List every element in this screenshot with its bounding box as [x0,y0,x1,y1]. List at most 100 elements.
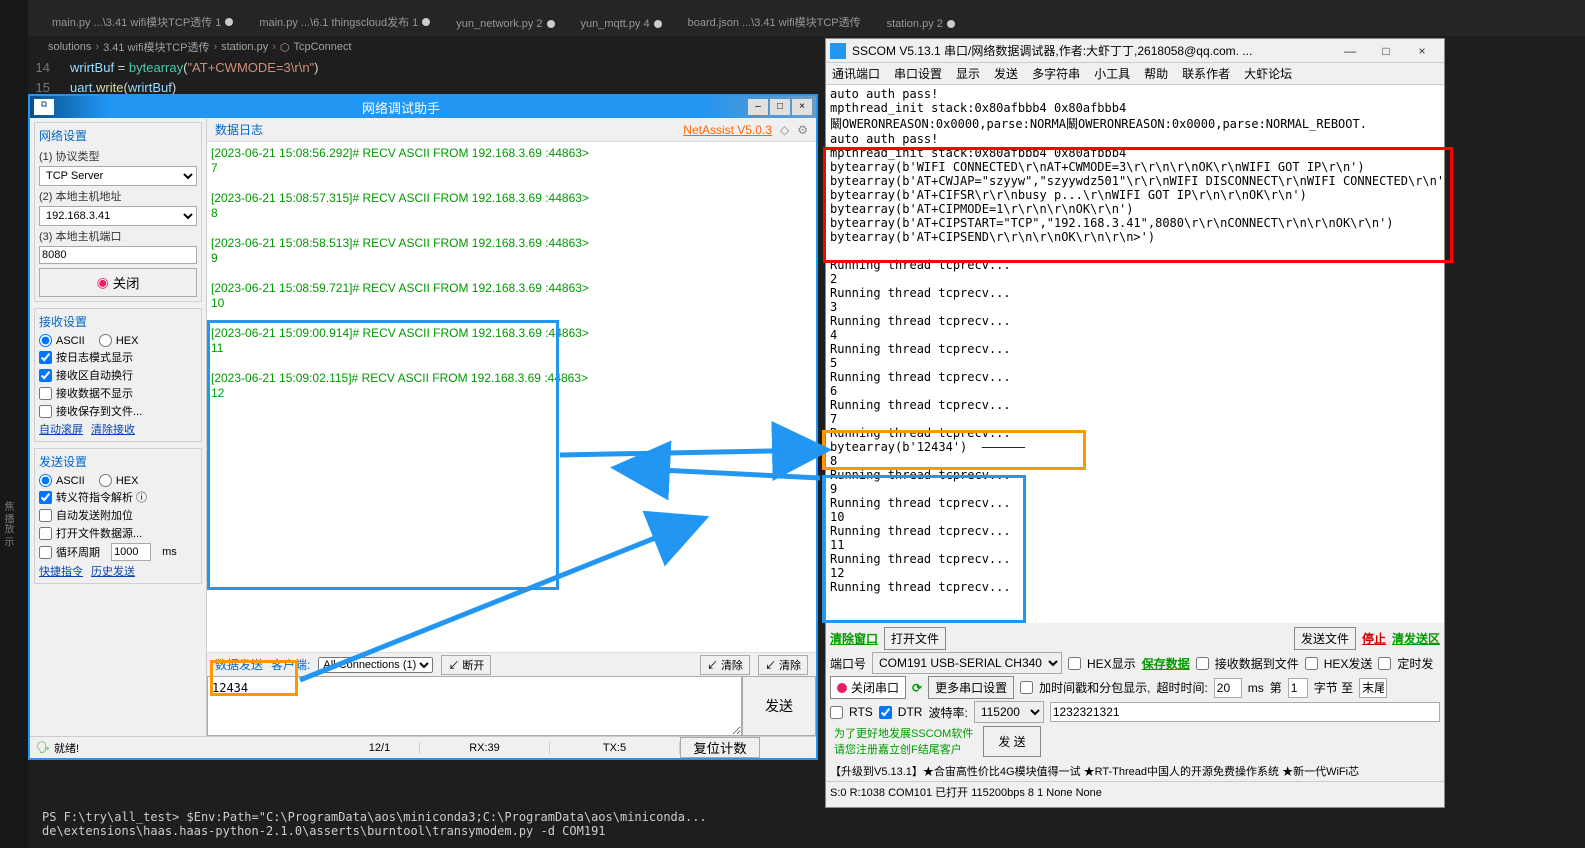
app-icon: ⧉ [34,99,54,115]
savetofile-check[interactable]: 接收保存到文件... [39,403,197,419]
menu-item[interactable]: 显示 [956,65,980,82]
escape-check[interactable]: 转义符指令解析 ⓘ [39,489,197,505]
crumb: 3.41 wifi模块TCP透传 [103,39,209,55]
hidedata-check[interactable]: 接收数据不显示 [39,385,197,401]
cycle-check[interactable]: 循环周期 ms [39,543,197,561]
reset-count-button[interactable]: 复位计数 [680,737,760,758]
banner: 【升级到V5.13.1】★合宙高性价比4G模块值得一试 ★RT-Thread中国… [826,761,1444,781]
autoappend-check[interactable]: 自动发送附加位 [39,507,197,523]
history-link[interactable]: 历史发送 [91,566,135,578]
tab-label: yun_network.py 2 [456,18,542,30]
clearsend-link[interactable]: 清发送区 [1392,630,1440,647]
send-button[interactable]: 发 送 [983,726,1040,757]
gear-icon[interactable]: ⚙ [797,123,808,137]
autowrap-check[interactable]: 接收区自动换行 [39,367,197,383]
bytenum-input[interactable] [1288,678,1308,698]
port-label: (3) 本地主机端口 [39,228,197,244]
group-title: 接收设置 [39,313,197,330]
baud-label: 波特率: [928,704,967,721]
tail-input[interactable] [1359,678,1387,698]
addtime-check[interactable] [1020,681,1033,694]
minimize-button[interactable]: — [1332,44,1368,58]
moreport-button[interactable]: 更多串口设置 [928,676,1014,699]
log-title: 数据日志 [215,121,263,138]
dtr-check[interactable] [879,706,892,719]
clearwin-link[interactable]: 清除窗口 [830,630,878,647]
clearrecv-link[interactable]: 清除接收 [91,424,135,436]
send-input[interactable] [1050,702,1440,722]
tab-station[interactable]: station.py 2 [875,12,967,36]
refresh-icon[interactable]: ⟳ [912,681,922,695]
menu-item[interactable]: 帮助 [1144,65,1168,82]
tab-main2[interactable]: main.py ...\6.1 thingscloud发布 1 [247,8,442,36]
ascii-radio[interactable]: ASCII HEX [39,334,197,347]
brand-link[interactable]: NetAssist V5.0.3 [683,123,772,137]
close-button[interactable]: × [792,99,812,115]
menu-item[interactable]: 发送 [994,65,1018,82]
editor-tabs: main.py ...\3.41 wifi模块TCP透传 1 main.py .… [0,0,1585,36]
menu-item[interactable]: 联系作者 [1182,65,1230,82]
tab-label: main.py ...\3.41 wifi模块TCP透传 1 [52,14,221,30]
log-area[interactable]: auto auth pass! mpthread_init stack:0x80… [826,85,1444,623]
quickcmd-link[interactable]: 快捷指令 [39,566,83,578]
titlebar[interactable]: ⧉ 网络调试助手 – □ × [30,96,816,118]
record-dot-icon [837,683,847,693]
rts-check[interactable] [830,706,843,719]
maximize-button[interactable]: □ [1368,44,1404,58]
menu-item[interactable]: 通讯端口 [832,65,880,82]
recvtofile-check[interactable] [1196,657,1209,670]
host-select[interactable]: 192.168.3.41 [39,206,197,226]
close-connection-button[interactable]: ◉关闭 [39,268,197,297]
cycle-input[interactable] [111,543,151,561]
record-dot-icon: ◉ [97,274,109,291]
stop-link[interactable]: 停止 [1362,630,1386,647]
log-area[interactable]: [2023-06-21 15:08:56.292]# RECV ASCII FR… [207,142,816,652]
menu-item[interactable]: 小工具 [1094,65,1130,82]
openfile-button[interactable]: 打开文件 [884,627,946,650]
tab-main1[interactable]: main.py ...\3.41 wifi模块TCP透传 1 [40,8,245,36]
crumb: solutions [48,41,91,53]
tab-yun-mqtt[interactable]: yun_mqtt.py 4 [569,12,674,36]
titlebar[interactable]: SSCOM V5.13.1 串口/网络数据调试器,作者:大虾丁丁,2618058… [826,39,1444,63]
savedata-link[interactable]: 保存数据 [1142,655,1190,672]
diamond-icon[interactable]: ◇ [780,123,789,137]
timeout-input[interactable] [1214,678,1242,698]
close-button[interactable]: × [1404,44,1440,58]
openfile-check[interactable]: 打开文件数据源... [39,525,197,541]
menu-item[interactable]: 串口设置 [894,65,942,82]
logmode-check[interactable]: 按日志模式显示 [39,349,197,365]
restore-button[interactable]: □ [770,99,790,115]
vscode-terminal[interactable]: PS F:\try\all_test> $Env:Path="C:\Progra… [28,808,818,848]
tab-label: main.py ...\6.1 thingscloud发布 1 [259,14,418,30]
client-select[interactable]: All Connections (1) [318,657,433,673]
tab-label: station.py 2 [887,18,943,30]
sscom-window: SSCOM V5.13.1 串口/网络数据调试器,作者:大虾丁丁,2618058… [825,38,1445,808]
modified-dot-icon [947,20,955,28]
modified-dot-icon [654,20,662,28]
closeport-button[interactable]: 关闭串口 [830,676,906,699]
autoscroll-link[interactable]: 自动滚屏 [39,424,83,436]
timed-check[interactable] [1378,657,1391,670]
clear-button-l[interactable]: ↙ 清除 [700,655,750,675]
hexsend-check[interactable] [1305,657,1318,670]
hint-text: 为了更好地发展SSCOM软件 [830,725,977,741]
tab-yun-network[interactable]: yun_network.py 2 [444,12,566,36]
ascii-radio-send[interactable]: ASCII HEX [39,474,197,487]
clear-button-r[interactable]: ↙ 清除 [758,655,808,675]
hexshow-check[interactable] [1068,657,1081,670]
crumb: TcpConnect [294,41,352,53]
send-button[interactable]: 发送 [742,676,816,736]
disconnect-button[interactable]: ↙ 断开 [441,655,491,675]
timeout-label: 超时时间: [1156,679,1207,696]
tab-label: board.json ...\3.41 wifi模块TCP透传 [688,14,861,30]
menu-item[interactable]: 大虾论坛 [1244,65,1292,82]
minimize-button[interactable]: – [748,99,768,115]
tab-board-json[interactable]: board.json ...\3.41 wifi模块TCP透传 [676,8,873,36]
send-input[interactable] [207,676,742,736]
port-select[interactable]: COM191 USB-SERIAL CH340 [872,652,1062,674]
port-input[interactable] [39,246,197,264]
sendfile-button[interactable]: 发送文件 [1294,627,1356,650]
menu-item[interactable]: 多字符串 [1032,65,1080,82]
baud-select[interactable]: 115200 [974,701,1044,723]
protocol-select[interactable]: TCP Server [39,166,197,186]
